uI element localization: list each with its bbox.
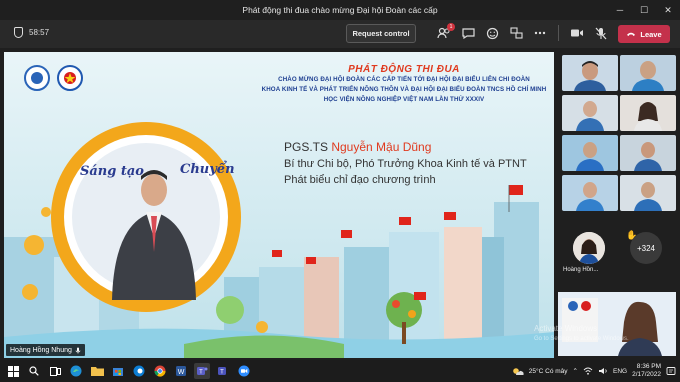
speaker-role: Bí thư Chi bộ, Phó Trưởng Khoa Kinh tế v… (284, 158, 527, 170)
teams-icon[interactable]: T (215, 363, 231, 379)
speaker-action: Phát biểu chỉ đạo chương trình (284, 174, 436, 186)
clock-date: 2/17/2022 (632, 371, 661, 378)
speaker-info: PGS.TS Nguyễn Mậu Dũng Bí thư Chi bộ, Ph… (284, 140, 527, 186)
more-options-icon[interactable] (532, 25, 548, 41)
participant-tile[interactable] (562, 95, 618, 131)
zoom-icon[interactable] (236, 363, 252, 379)
language-indicator[interactable]: ENG (613, 368, 627, 375)
presenter-caption: Hoàng Hồng Nhung (6, 344, 85, 356)
clock-time: 8:36 PM (636, 363, 661, 370)
request-control-button[interactable]: Request control (346, 24, 416, 43)
speaker-title: PGS.TS (284, 140, 332, 154)
minimize-icon[interactable]: ─ (608, 0, 632, 20)
participant-video (562, 95, 618, 131)
participant-avatar-tile[interactable]: Hoàng Hồn... (563, 229, 613, 281)
windows-start-icon[interactable] (5, 363, 21, 379)
edge-icon[interactable] (68, 363, 84, 379)
slide-line-1: CHÀO MỪNG ĐẠI HỘI ĐOÀN CÁC CẤP TIẾN TỚI … (278, 76, 530, 83)
avatar (573, 232, 605, 264)
leave-button[interactable]: Leave (618, 25, 670, 43)
participant-video (562, 135, 618, 171)
toolbar-icons: 1 (436, 23, 633, 41)
participant-tile[interactable] (562, 55, 618, 91)
watermark-line-2: Go to Settings to activate Windows. (534, 336, 629, 342)
avatar-image (573, 232, 605, 264)
participant-video (620, 95, 676, 131)
weather-icon (512, 367, 524, 375)
slide-title: PHÁT ĐỘNG THI ĐUA (348, 64, 460, 75)
volume-icon[interactable] (598, 367, 608, 375)
clock[interactable]: 8:36 PM 2/17/2022 (632, 363, 661, 379)
taskbar: W T T 25°C Có mây ⌃ ENG 8:36 PM 2/17/202… (0, 360, 680, 382)
leave-label: Leave (640, 29, 662, 39)
participant-tile[interactable] (562, 135, 618, 171)
participant-video (562, 175, 618, 211)
notifications-icon[interactable] (666, 366, 676, 376)
mic-icon (75, 347, 81, 353)
system-tray: 25°C Có mây ⌃ ENG 8:36 PM 2/17/2022 (512, 362, 676, 380)
file-explorer-icon[interactable] (89, 363, 105, 379)
maximize-icon[interactable]: ☐ (632, 0, 656, 20)
meeting-toolbar: 58:57 Request control 1 Leave (0, 20, 680, 48)
timer-text: 58:57 (29, 28, 50, 37)
toolbar-divider (558, 25, 559, 41)
presenter-name: Hoàng Hồng Nhung (10, 346, 72, 354)
speaker-name-line: PGS.TS Nguyễn Mậu Dũng (284, 140, 527, 154)
slide-headline: PHÁT ĐỘNG THI ĐUA CHÀO MỪNG ĐẠI HỘI ĐOÀN… (254, 64, 554, 105)
participant-video (620, 55, 676, 91)
close-icon[interactable]: ✕ (656, 0, 680, 20)
word-icon[interactable]: W (173, 363, 189, 379)
participant-video (620, 135, 676, 171)
participant-video (620, 175, 676, 211)
shared-screen: Sáng tạo Chuyển PHÁT ĐỘNG THI ĐUA CHÀO M… (4, 52, 554, 358)
watermark-line-1: Activate Windows (534, 324, 598, 333)
participant-tile[interactable] (620, 175, 676, 211)
chrome-icon[interactable] (152, 363, 168, 379)
window-title: Phát động thi đua chào mừng Đại hội Đoàn… (242, 5, 438, 15)
slide-line-3: HỌC VIỆN NÔNG NGHIỆP VIỆT NAM LẦN THỨ XX… (323, 96, 485, 103)
banner-left-text: Sáng tạo (80, 164, 144, 179)
svg-text:T: T (199, 370, 203, 376)
more-participants-button[interactable]: +324 (630, 232, 662, 264)
participants-icon[interactable]: 1 (436, 23, 455, 41)
search-icon[interactable] (26, 363, 42, 379)
store-icon[interactable] (110, 363, 126, 379)
window-title-bar: Phát động thi đua chào mừng Đại hội Đoàn… (0, 0, 680, 20)
participant-tile[interactable] (620, 135, 676, 171)
speaker-name: Nguyễn Mậu Dũng (331, 140, 432, 154)
participants-badge: 1 (447, 23, 455, 31)
banner-right-text: Chuyển (180, 162, 235, 177)
chat-icon[interactable] (460, 25, 476, 41)
rooms-icon[interactable] (508, 25, 524, 41)
task-view-icon[interactable] (47, 363, 63, 379)
svg-text:T: T (220, 370, 224, 376)
participant-video (562, 55, 618, 91)
svg-text:W: W (178, 369, 185, 376)
edge-icon[interactable] (131, 363, 147, 379)
camera-icon[interactable] (569, 25, 585, 41)
chevron-up-icon[interactable]: ⌃ (573, 367, 578, 375)
participant-tile[interactable] (562, 175, 618, 211)
participant-tile[interactable] (620, 55, 676, 91)
mic-muted-icon[interactable] (593, 25, 609, 41)
slide-line-2: KHOA KINH TẾ VÀ PHÁT TRIỂN NÔNG THÔN VÀ … (261, 86, 547, 93)
activate-windows-watermark: Activate Windows Go to Settings to activ… (534, 324, 629, 344)
participant-tile[interactable] (620, 95, 676, 131)
shield-icon (14, 27, 23, 38)
meeting-timer: 58:57 (14, 27, 49, 38)
window-controls: ─ ☐ ✕ (608, 0, 680, 20)
teams-icon[interactable]: T (194, 363, 210, 379)
phone-hangup-icon (627, 32, 636, 36)
weather-text[interactable]: 25°C Có mây (529, 368, 568, 375)
wifi-icon[interactable] (583, 367, 593, 375)
reactions-icon[interactable] (484, 25, 500, 41)
avatar-name: Hoàng Hồn... (563, 267, 599, 273)
